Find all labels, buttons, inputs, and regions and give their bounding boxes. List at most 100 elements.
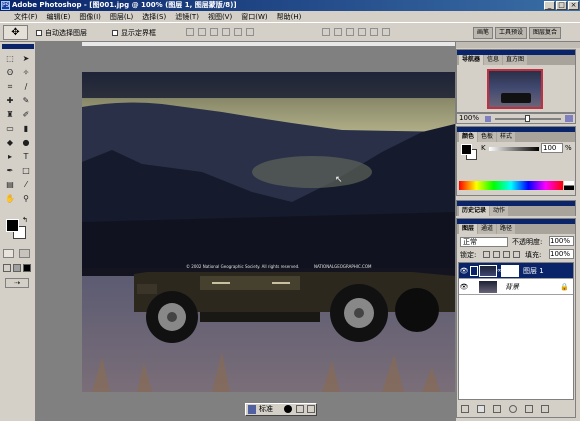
adjustment-layer-icon[interactable] (509, 405, 517, 413)
align-bottom-icon[interactable] (210, 28, 218, 36)
tab-histogram[interactable]: 直方图 (503, 55, 528, 65)
pen-tool-icon[interactable]: ✒ (3, 164, 17, 177)
k-value-field[interactable]: 100 (541, 143, 563, 153)
crop-tool-icon[interactable]: ⌗ (3, 80, 17, 93)
tab-actions[interactable]: 动作 (490, 206, 509, 216)
standard-mode-icon[interactable] (3, 249, 14, 258)
jump-status-icon[interactable] (307, 405, 315, 413)
align-hcenter-icon[interactable] (234, 28, 242, 36)
tab-history[interactable]: 历史记录 (459, 206, 490, 216)
screen-mode-standard-icon[interactable] (3, 264, 11, 272)
well-tab-layer-comps[interactable]: 图层复合 (529, 27, 562, 39)
lasso-tool-icon[interactable]: ʘ (3, 66, 17, 79)
notes-tool-icon[interactable]: ▤ (3, 178, 17, 191)
layer-name[interactable]: 图层 1 (523, 266, 544, 276)
foreground-color-swatch[interactable] (6, 219, 19, 232)
tab-info[interactable]: 信息 (484, 55, 503, 65)
minimize-button[interactable]: _ (544, 1, 555, 10)
magic-wand-tool-icon[interactable]: ✧ (19, 66, 33, 79)
layer-visibility-icon[interactable]: 👁 (459, 283, 469, 291)
shape-tool-icon[interactable]: □ (19, 164, 33, 177)
eraser-tool-icon[interactable]: ▭ (3, 122, 17, 135)
menu-edit[interactable]: 编辑(E) (47, 12, 71, 22)
eyedropper-tool-icon[interactable]: ⁄ (19, 178, 33, 191)
tab-swatches[interactable]: 色板 (478, 132, 497, 142)
distribute-hcenter-icon[interactable] (370, 28, 378, 36)
menu-help[interactable]: 帮助(H) (277, 12, 302, 22)
quickmask-status-icon[interactable] (284, 405, 292, 413)
new-set-icon[interactable] (493, 405, 501, 413)
distribute-bottom-icon[interactable] (346, 28, 354, 36)
align-right-icon[interactable] (246, 28, 254, 36)
menu-layer[interactable]: 图层(L) (110, 12, 133, 22)
layer-mask-thumbnail[interactable] (501, 264, 519, 277)
tab-styles[interactable]: 样式 (497, 132, 516, 142)
zoom-tool-icon[interactable]: ⚲ (19, 192, 33, 205)
well-tab-brushes[interactable]: 画笔 (473, 27, 494, 39)
lock-transparency-icon[interactable] (483, 251, 490, 258)
screen-status-icon[interactable] (296, 405, 304, 413)
blur-tool-icon[interactable]: ◆ (3, 136, 17, 149)
blend-mode-select[interactable]: 正常 (460, 237, 508, 247)
maximize-button[interactable]: □ (556, 1, 567, 10)
align-top-icon[interactable] (186, 28, 194, 36)
fill-field[interactable]: 100% (549, 249, 574, 259)
lock-all-icon[interactable] (513, 251, 520, 258)
layer-name[interactable]: 背景 (505, 282, 519, 292)
screen-mode-full-icon[interactable] (23, 264, 31, 272)
type-tool-icon[interactable]: T (19, 150, 33, 163)
distribute-right-icon[interactable] (382, 28, 390, 36)
clone-stamp-tool-icon[interactable]: ♜ (3, 108, 17, 121)
hand-tool-icon[interactable]: ✋ (3, 192, 17, 205)
k-slider[interactable] (489, 147, 539, 151)
add-mask-icon[interactable] (477, 405, 485, 413)
quickmask-mode-icon[interactable] (19, 249, 30, 258)
zoom-slider-thumb[interactable] (525, 115, 530, 122)
distribute-vcenter-icon[interactable] (334, 28, 342, 36)
tab-paths[interactable]: 路径 (497, 224, 516, 234)
align-vcenter-icon[interactable] (198, 28, 206, 36)
dodge-tool-icon[interactable]: ● (19, 136, 33, 149)
menu-image[interactable]: 图像(I) (79, 12, 101, 22)
photoshop-app-icon[interactable]: PS (1, 1, 10, 10)
tab-channels[interactable]: 通道 (478, 224, 497, 234)
gradient-tool-icon[interactable]: ▮ (19, 122, 33, 135)
brush-tool-icon[interactable]: ✎ (19, 94, 33, 107)
path-selection-tool-icon[interactable]: ▸ (3, 150, 17, 163)
zoom-out-icon[interactable] (485, 116, 491, 122)
show-bounds-checkbox[interactable] (112, 30, 118, 36)
color-spectrum-ramp[interactable] (459, 181, 563, 190)
move-tool-icon[interactable]: ➤ (19, 52, 33, 65)
layer-style-icon[interactable] (461, 405, 469, 413)
jump-to-imageready-icon[interactable]: ⇢ (5, 278, 29, 288)
new-layer-icon[interactable] (525, 405, 533, 413)
tab-layers[interactable]: 图层 (459, 224, 478, 234)
color-fg-swatch[interactable] (461, 144, 472, 155)
layer-visibility-icon[interactable]: 👁 (459, 267, 469, 275)
history-brush-tool-icon[interactable]: ✐ (19, 108, 33, 121)
marquee-tool-icon[interactable]: ⬚ (3, 52, 17, 65)
align-left-icon[interactable] (222, 28, 230, 36)
tab-color[interactable]: 颜色 (459, 132, 478, 142)
tab-navigator[interactable]: 导航器 (459, 55, 484, 65)
menu-select[interactable]: 选择(S) (142, 12, 166, 22)
healing-brush-tool-icon[interactable]: ✚ (3, 94, 17, 107)
auto-select-option[interactable]: 自动选择图层 (36, 28, 87, 38)
slice-tool-icon[interactable]: ∕ (19, 80, 33, 93)
document-canvas[interactable]: © 2002 National Geographic Society. All … (82, 72, 455, 392)
screen-mode-full-menu-icon[interactable] (13, 264, 21, 272)
move-tool-preset-icon[interactable]: ✥ (3, 25, 28, 40)
distribute-top-icon[interactable] (322, 28, 330, 36)
delete-layer-icon[interactable] (541, 405, 549, 413)
menu-filter[interactable]: 滤镜(T) (175, 12, 199, 22)
well-tab-tool-presets[interactable]: 工具预设 (495, 27, 528, 39)
menu-view[interactable]: 视图(V) (208, 12, 232, 22)
mode-label[interactable]: 标准 (259, 404, 273, 415)
layer-row-layer1[interactable]: 👁 ∞ 图层 1 (459, 263, 573, 279)
lock-position-icon[interactable] (503, 251, 510, 258)
distribute-left-icon[interactable] (358, 28, 366, 36)
opacity-field[interactable]: 100% (549, 236, 574, 246)
zoom-in-icon[interactable] (565, 115, 573, 122)
toolbox-titlebar[interactable] (2, 44, 34, 49)
auto-select-checkbox[interactable] (36, 30, 42, 36)
